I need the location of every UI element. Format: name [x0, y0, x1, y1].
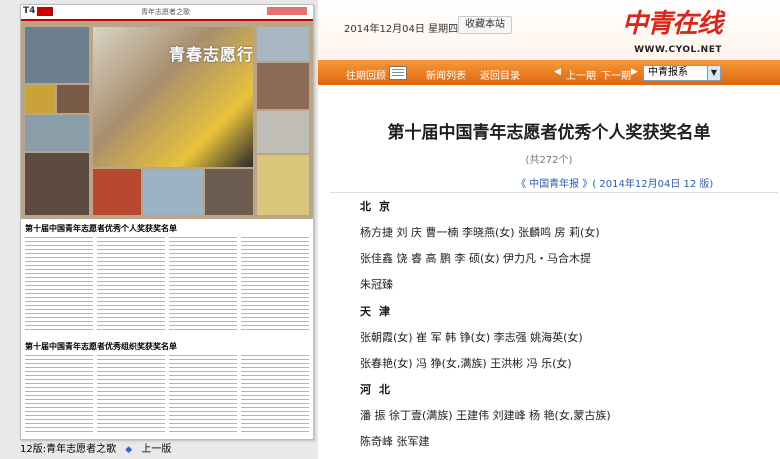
- arrow-right-icon: ▶: [631, 67, 638, 77]
- names-line: 朱冠臻: [360, 278, 393, 291]
- text-column: [25, 237, 93, 333]
- paper-section-name: 青年志愿者之歌: [141, 8, 190, 16]
- paper-footer: 12版:青年志愿者之歌 ◆ 上一版: [20, 440, 171, 455]
- photo: [25, 115, 89, 151]
- photo: [93, 169, 141, 215]
- news-list-link[interactable]: 新闻列表: [426, 67, 466, 82]
- text-column: [241, 355, 309, 433]
- photo: [25, 85, 55, 113]
- names-line: 张春艳(女) 冯 狰(女,满族) 王洪彬 冯 乐(女): [360, 357, 572, 370]
- newspaper-page-thumbnail[interactable]: T4 青年志愿者之歌 青春志愿行 第十届中国青年志愿者优秀个人奖获奖名单 第十届…: [20, 4, 314, 440]
- text-column: [97, 355, 165, 433]
- photo: [257, 155, 309, 215]
- text-column: [25, 355, 93, 433]
- back-to-index-link[interactable]: 返回目录: [480, 67, 520, 82]
- photo: [205, 169, 253, 215]
- site-logo[interactable]: 中青在线: [622, 3, 723, 40]
- article-title: 第十届中国青年志愿者优秀个人奖获奖名单: [387, 123, 711, 143]
- photo: [25, 27, 89, 83]
- names-line: 杨方捷 刘 庆 曹一楠 李晓燕(女) 张麟鸣 房 莉(女): [360, 226, 600, 239]
- text-column: [97, 237, 165, 333]
- paper-masthead: T4 青年志愿者之歌: [21, 5, 313, 21]
- photo: [257, 63, 309, 109]
- paper-select-value: 中青报系: [648, 67, 688, 78]
- page-section-link[interactable]: 12版:青年志愿者之歌: [20, 444, 116, 455]
- photo: [257, 111, 309, 153]
- names-line: 张佳鑫 饶 睿 高 鹏 李 硕(女) 伊力凡・马合木提: [360, 252, 592, 265]
- paper-page-number: T4: [23, 6, 36, 16]
- prev-page-link[interactable]: 上一版: [141, 444, 171, 455]
- history-link[interactable]: 往期回顾: [346, 67, 386, 82]
- list2-heading: 第十届中国青年志愿者优秀组织奖获奖名单: [25, 342, 177, 351]
- paper-select[interactable]: 中青报系 ▼: [643, 65, 721, 81]
- article-count: (共272个): [525, 155, 573, 166]
- paper-brand-mark: [37, 7, 53, 16]
- prev-issue-link[interactable]: 上一期: [566, 67, 596, 82]
- newspaper-page-panel: T4 青年志愿者之歌 青春志愿行 第十届中国青年志愿者优秀个人奖获奖名单 第十届…: [0, 0, 318, 459]
- article-source[interactable]: 《 中国青年报 》( 2014年12月04日 12 版): [516, 175, 713, 190]
- grid-icon[interactable]: [389, 66, 407, 80]
- text-column: [169, 355, 237, 433]
- collage-title: 青春志愿行: [169, 45, 255, 64]
- names-line: 陈奇峰 张军建: [360, 435, 430, 448]
- navigation-bar: 往期回顾 新闻列表 返回目录 ◀ 上一期 下一期 ▶ 中青报系 ▼: [318, 60, 780, 85]
- diamond-icon: ◆: [125, 445, 133, 455]
- names-line: 张朝霞(女) 崔 军 韩 铮(女) 李志强 姚海英(女): [360, 331, 583, 344]
- photo: [57, 85, 89, 113]
- next-issue-link[interactable]: 下一期: [601, 67, 631, 82]
- chevron-down-icon: ▼: [707, 66, 720, 80]
- arrow-left-icon: ◀: [554, 67, 561, 77]
- list1-heading: 第十届中国青年志愿者优秀个人奖获奖名单: [25, 224, 177, 233]
- site-url: WWW.CYOL.NET: [634, 45, 722, 55]
- current-date: 2014年12月04日 星期四: [344, 24, 459, 35]
- text-column: [169, 237, 237, 333]
- region-heading: 北京: [360, 200, 398, 213]
- photo: [143, 169, 203, 215]
- photo-collage: 青春志愿行: [21, 21, 313, 219]
- region-heading: 天津: [360, 305, 398, 318]
- paper-logo-icon: [267, 7, 307, 15]
- photo: [257, 27, 309, 61]
- text-column: [241, 237, 309, 333]
- region-heading: 河北: [360, 383, 398, 396]
- names-line: 潘 振 徐丁壹(满族) 王建伟 刘建峰 杨 艳(女,蒙古族): [360, 409, 611, 422]
- divider: [330, 192, 778, 193]
- bookmark-site-button[interactable]: 收藏本站: [458, 16, 512, 34]
- photo: [25, 153, 89, 215]
- site-header: 2014年12月04日 星期四 收藏本站 中青在线 WWW.CYOL.NET: [318, 0, 780, 60]
